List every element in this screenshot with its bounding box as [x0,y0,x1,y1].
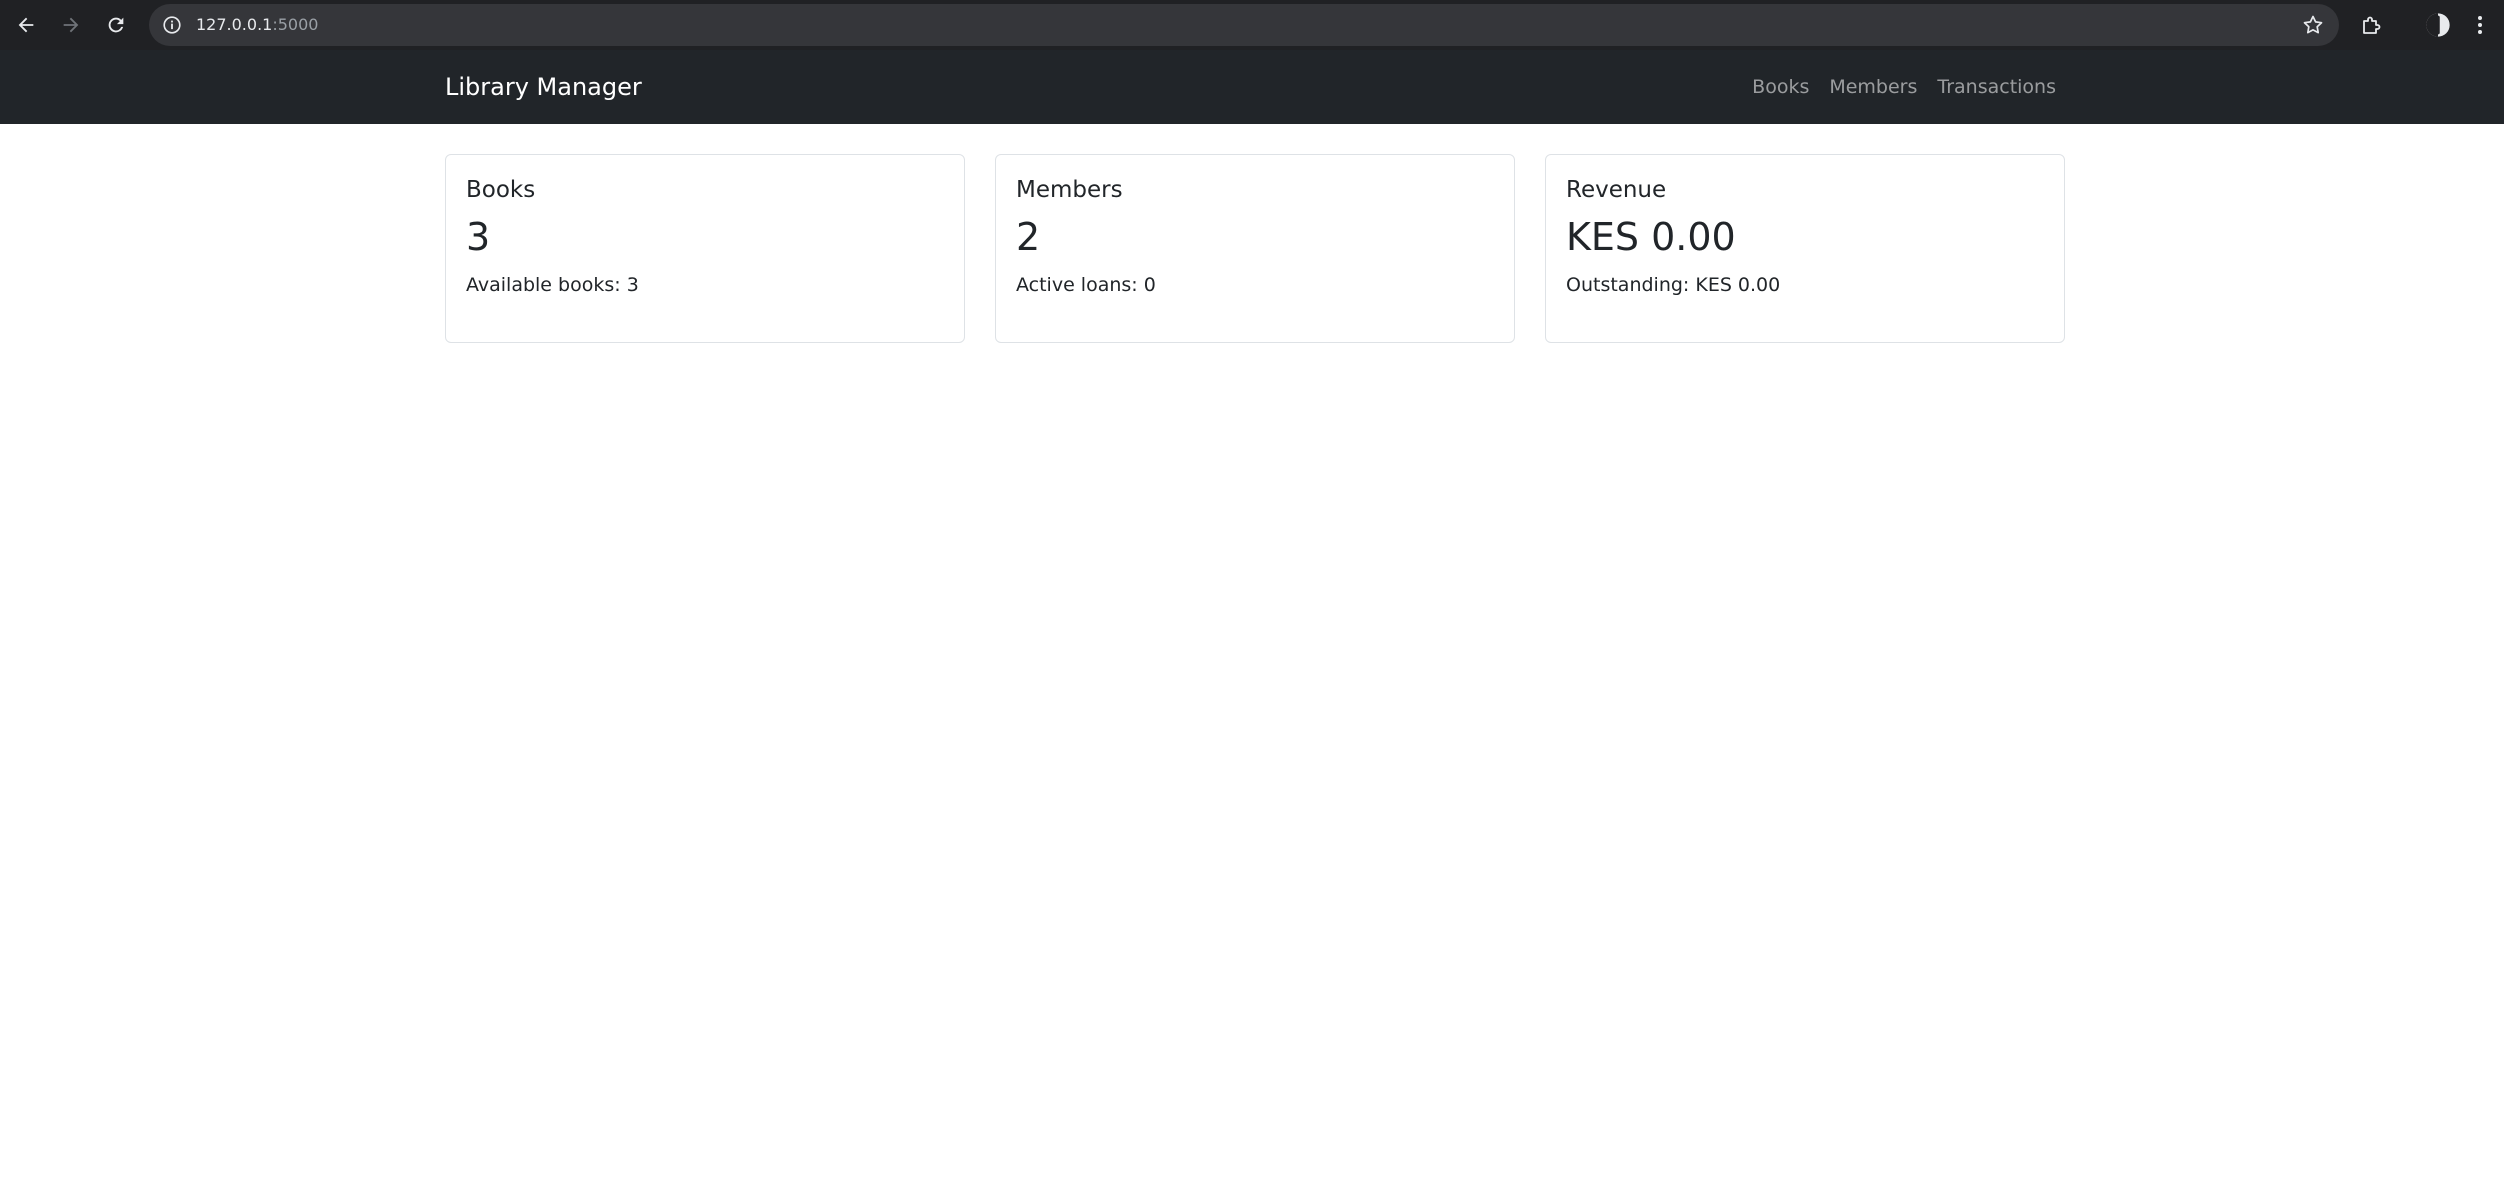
info-icon[interactable] [161,14,183,36]
reload-icon [108,17,124,33]
card-title: Revenue [1566,177,1667,203]
url-port: :5000 [272,15,319,34]
card-value: 3 [466,215,491,259]
app-navbar: Library Manager Books Members Transactio… [0,50,2504,124]
brand-link[interactable]: Library Manager [445,72,642,102]
profile-icon [2426,13,2450,37]
books-card: Books 3 Available books: 3 [445,154,965,343]
card-value: KES 0.00 [1566,215,1736,259]
profile-button[interactable] [2424,11,2452,39]
address-bar[interactable]: 127.0.0.1:5000 [149,4,2339,46]
browser-toolbar: 127.0.0.1:5000 [0,0,2504,50]
card-title: Books [466,177,536,203]
star-icon[interactable] [2301,13,2325,37]
nav-link-books[interactable]: Books [1752,75,1809,99]
browser-menu-button[interactable] [2466,11,2494,39]
puzzle-icon [2363,16,2381,34]
revenue-card: Revenue KES 0.00 Outstanding: KES 0.00 [1545,154,2065,343]
arrow-left-icon [18,17,34,33]
forward-button[interactable] [53,7,89,43]
kebab-menu-icon [2478,16,2482,34]
extensions-button[interactable] [2358,11,2386,39]
card-subtitle: Outstanding: KES 0.00 [1566,274,1781,296]
nav-links: Books Members Transactions [1752,75,2056,99]
back-button[interactable] [8,7,44,43]
url-text[interactable]: 127.0.0.1:5000 [196,16,318,34]
card-value: 2 [1016,215,1041,259]
url-host: 127.0.0.1 [196,15,273,34]
card-subtitle: Available books: 3 [466,274,639,296]
card-title: Members [1016,177,1123,203]
reload-button[interactable] [98,7,134,43]
arrow-right-icon [63,17,79,33]
members-card: Members 2 Active loans: 0 [995,154,1515,343]
card-subtitle: Active loans: 0 [1016,274,1156,296]
nav-link-members[interactable]: Members [1829,75,1917,99]
nav-link-transactions[interactable]: Transactions [1937,75,2056,99]
